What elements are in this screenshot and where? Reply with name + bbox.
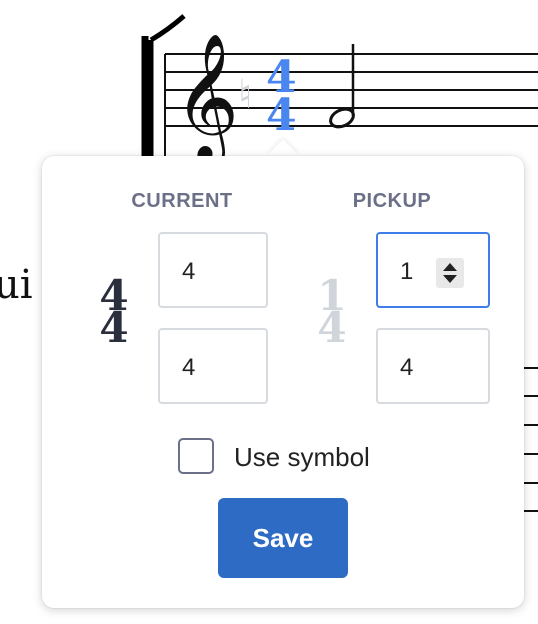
treble-clef-icon: 𝄞 (174, 32, 239, 166)
lyric-text: ui (0, 262, 33, 308)
lower-staff-lines (524, 367, 538, 512)
current-denominator-value: 4 (182, 354, 196, 381)
current-preview-denominator: 4 (99, 303, 129, 352)
pickup-title: PICKUP (352, 190, 432, 212)
pickup-numerator-value: 1 (400, 258, 414, 285)
current-numerator-value: 4 (182, 258, 196, 285)
stepper-up-icon[interactable] (443, 263, 457, 271)
natural-icon: ♮ (238, 72, 252, 118)
current-numerator-input[interactable]: 4 (158, 232, 268, 308)
pickup-preview-denominator: 4 (317, 303, 347, 352)
pickup-denominator-input[interactable]: 4 (376, 328, 490, 404)
current-title: CURRENT (131, 190, 233, 212)
pickup-signature-preview: 1 4 (312, 275, 352, 352)
use-symbol-label[interactable]: Use symbol (234, 442, 370, 473)
save-button[interactable]: Save (218, 498, 348, 578)
pickup-denominator-value: 4 (400, 354, 414, 381)
current-denominator-input[interactable]: 4 (158, 328, 268, 404)
pickup-numerator-input[interactable]: 1 (376, 232, 490, 308)
stepper-down-icon[interactable] (443, 275, 457, 283)
current-signature-preview: 4 4 (94, 275, 134, 352)
time-signature-denominator: 4 (266, 90, 297, 141)
number-stepper[interactable] (436, 258, 464, 288)
use-symbol-checkbox[interactable] (178, 438, 214, 474)
